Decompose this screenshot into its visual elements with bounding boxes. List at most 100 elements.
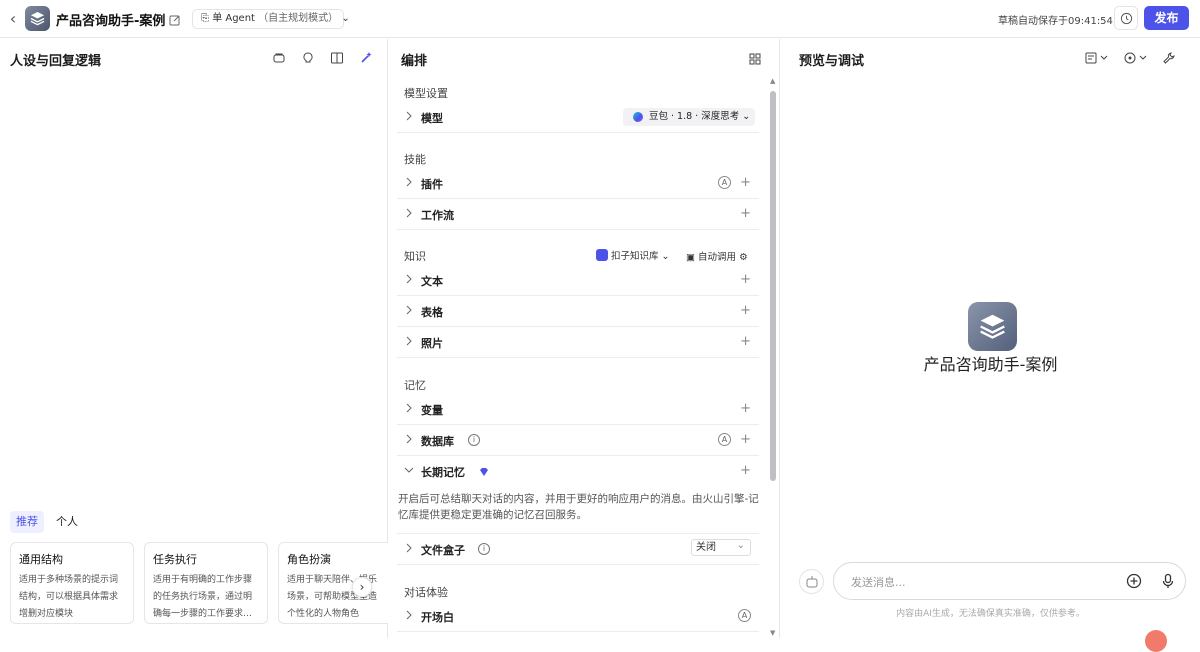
ai-disclaimer: 内容由AI生成，无法确保真实准确，仅供参考。 <box>896 609 1085 619</box>
agent-mode-selector[interactable]: ⎘ 单 Agent （自主规划模式） ⌄ <box>192 9 350 29</box>
chevron-right-icon <box>406 305 412 315</box>
template-card-desc: 适用于多种场景的提示词结构，可以根据具体需求增删对应模块 <box>19 575 119 619</box>
grid-layout-icon[interactable] <box>749 50 765 66</box>
row-file-box[interactable]: 文件盒子 i 关闭 <box>397 534 759 565</box>
floating-assistant-icon[interactable] <box>1145 630 1167 652</box>
scroll-down-icon[interactable]: ▼ <box>770 629 775 637</box>
row-workflow[interactable]: 工作流 + <box>397 199 759 230</box>
row-text[interactable]: 文本 + <box>397 265 759 296</box>
add-icon[interactable]: + <box>740 175 751 190</box>
top-bar: ‹ 产品咨询助手-案例 ⎘ 单 Agent （自主规划模式） ⌄ 草稿自动保存于… <box>0 0 1200 38</box>
orchestration-panel: 编排 模型设置 模型 豆包 · 1.8 · 深度思考 ⌄ 技能 插件 A + 工… <box>389 39 780 638</box>
app-avatar <box>25 6 50 31</box>
row-label: 工作流 <box>421 209 454 222</box>
layout-switch-icon[interactable] <box>1085 50 1111 66</box>
agent-mode-sub: （自主规划模式） <box>258 13 339 24</box>
wrench-icon[interactable] <box>1162 50 1178 66</box>
back-icon[interactable]: ‹ <box>6 10 20 28</box>
edit-icon[interactable] <box>169 11 183 26</box>
template-card-desc: 适用于有明确的工作步骤的任务执行场景，通过明确每一步骤的工作要求… <box>153 575 253 619</box>
row-table[interactable]: 表格 + <box>397 296 759 327</box>
row-opening[interactable]: 开场白 A <box>397 601 759 632</box>
knowledge-source-label: 扣子知识库 <box>611 251 659 262</box>
row-label: 插件 <box>421 178 443 191</box>
history-icon <box>1120 12 1133 25</box>
row-label: 文本 <box>421 275 443 288</box>
row-plugin[interactable]: 插件 A + <box>397 168 759 199</box>
panel-title-persona: 人设与回复逻辑 <box>10 54 102 69</box>
auto-select-icon[interactable]: A <box>718 433 731 446</box>
template-card[interactable]: 任务执行 适用于有明确的工作步骤的任务执行场景，通过明确每一步骤的工作要求… <box>144 542 268 624</box>
microphone-icon[interactable] <box>1160 573 1176 589</box>
template-card[interactable]: 通用结构 适用于多种场景的提示词结构，可以根据具体需求增删对应模块 <box>10 542 134 624</box>
add-icon[interactable]: + <box>740 272 751 287</box>
debug-bot-icon[interactable] <box>1124 50 1150 66</box>
chevron-right-icon <box>406 111 412 121</box>
publish-button[interactable]: 发布 <box>1144 6 1189 30</box>
ai-optimize-icon[interactable] <box>359 50 375 66</box>
add-icon[interactable]: + <box>740 432 751 447</box>
row-label: 开场白 <box>421 611 454 624</box>
next-arrow-icon[interactable]: › <box>352 577 372 597</box>
model-selector[interactable]: 豆包 · 1.8 · 深度思考 ⌄ <box>623 108 755 126</box>
chevron-down-icon: ⌄ <box>742 111 751 122</box>
history-button[interactable] <box>1114 6 1138 30</box>
panel-title-orchestration: 编排 <box>401 54 428 69</box>
row-database[interactable]: 数据库 i A + <box>397 425 759 456</box>
chevron-right-icon <box>406 208 412 218</box>
chevron-right-icon <box>406 274 412 284</box>
chevron-right-icon <box>406 336 412 346</box>
auto-select-icon[interactable]: A <box>738 609 751 622</box>
scroll-up-icon[interactable]: ▲ <box>770 77 775 85</box>
section-memory: 记忆 <box>404 379 426 392</box>
template-card-title: 角色扮演 <box>287 553 331 566</box>
premium-diamond-icon <box>480 468 488 476</box>
compare-layout-icon[interactable] <box>330 50 346 66</box>
chevron-right-icon <box>406 434 412 444</box>
robot-icon <box>806 576 818 588</box>
robot-icon: ▣ <box>686 252 695 263</box>
section-skills: 技能 <box>404 153 426 166</box>
auto-call-label: 自动调用 <box>698 252 737 263</box>
scrollbar[interactable] <box>770 91 776 481</box>
add-attachment-icon[interactable] <box>1126 573 1142 589</box>
add-icon[interactable]: + <box>740 334 751 349</box>
add-icon[interactable]: + <box>740 206 751 221</box>
chevron-down-icon <box>404 467 414 473</box>
row-photo[interactable]: 照片 + <box>397 327 759 358</box>
bot-avatar <box>968 302 1017 351</box>
section-dialog: 对话体验 <box>404 586 448 599</box>
info-icon[interactable]: i <box>468 434 480 446</box>
auto-select-icon[interactable]: A <box>718 176 731 189</box>
template-card-title: 通用结构 <box>19 553 63 566</box>
prompt-library-icon[interactable] <box>272 50 288 66</box>
add-icon[interactable]: + <box>740 463 751 478</box>
tab-recommend[interactable]: 推荐 <box>10 511 44 533</box>
new-chat-button[interactable] <box>799 569 824 594</box>
auto-call-setting[interactable]: ▣ 自动调用 ⚙ <box>686 249 748 263</box>
tip-bulb-icon[interactable] <box>301 50 317 66</box>
info-icon[interactable]: i <box>478 543 490 555</box>
row-label: 文件盒子 <box>421 544 465 557</box>
row-label: 长期记忆 <box>421 466 465 479</box>
add-icon[interactable]: + <box>740 303 751 318</box>
panel-title-preview: 预览与调试 <box>799 54 865 69</box>
knowledge-source-selector[interactable]: 扣子知识库 ⌄ <box>596 248 670 262</box>
chevron-down-icon: ⌄ <box>341 13 350 24</box>
tab-personal[interactable]: 个人 <box>50 511 84 533</box>
template-card-title: 任务执行 <box>153 553 197 566</box>
chevron-right-icon <box>406 177 412 187</box>
row-label: 模型 <box>421 112 443 125</box>
gear-icon[interactable]: ⚙ <box>739 252 748 263</box>
bot-name: 产品咨询助手-案例 <box>923 355 1058 374</box>
autosave-status: 草稿自动保存于09:41:54 <box>998 16 1113 27</box>
section-model-settings: 模型设置 <box>404 87 448 100</box>
chevron-down-icon: ⌄ <box>661 251 670 262</box>
row-variable[interactable]: 变量 + <box>397 394 759 425</box>
app-title: 产品咨询助手-案例 <box>56 14 166 29</box>
file-box-select[interactable]: 关闭 <box>691 538 751 556</box>
row-label: 表格 <box>421 306 443 319</box>
message-input[interactable]: 发送消息... <box>833 562 1186 600</box>
row-long-term-memory[interactable]: 长期记忆 + <box>397 456 759 487</box>
add-icon[interactable]: + <box>740 401 751 416</box>
